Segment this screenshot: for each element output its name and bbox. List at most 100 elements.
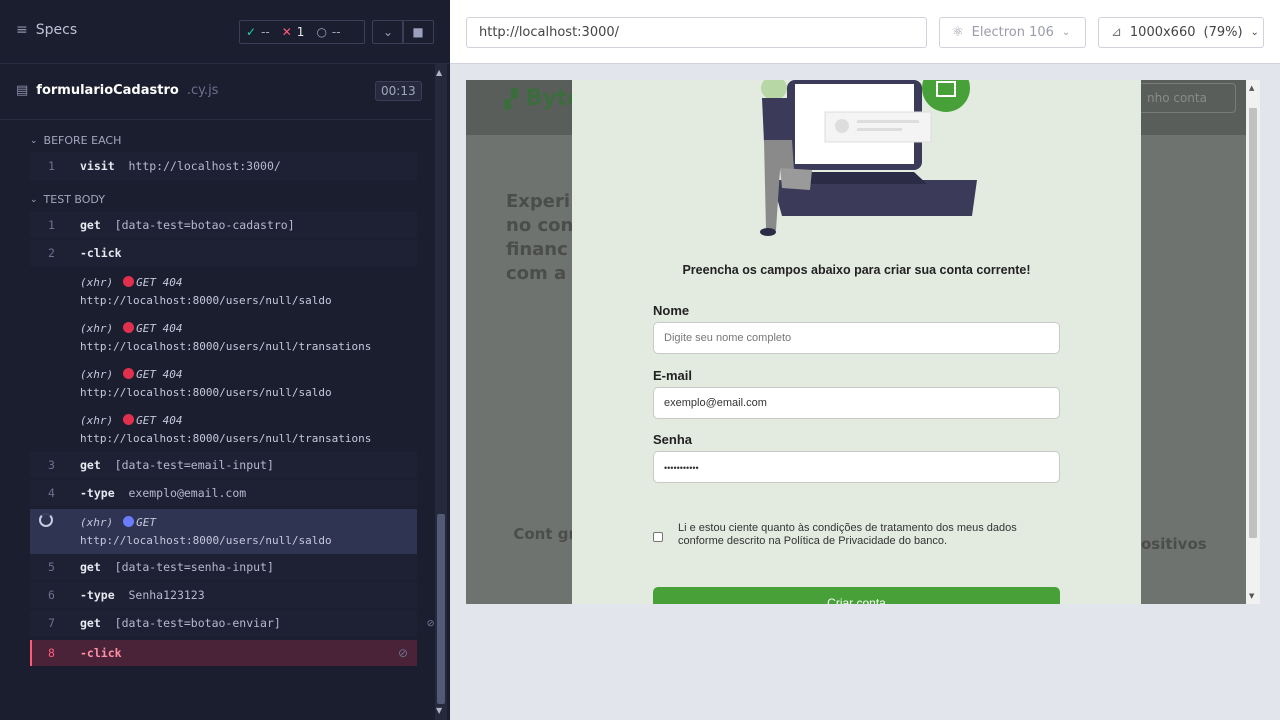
- header-account-button[interactable]: nho conta: [1136, 83, 1236, 113]
- status-dot-icon: [123, 368, 135, 379]
- command-name: -click: [80, 646, 122, 660]
- specs-label: Specs: [35, 22, 78, 38]
- before-each-section[interactable]: ⌄ BEFORE EACH: [30, 134, 121, 147]
- xhr-log[interactable]: (xhr) GET 404 http://localhost:8000/users…: [80, 320, 371, 356]
- command-arg: [data-test=email-input]: [114, 458, 274, 472]
- spec-file[interactable]: ▤ formularioCadastro .cy.js: [16, 83, 218, 98]
- specs-header: ≡ Specs ✓ -- ✕ 1 ○ -- ⌄ ■: [0, 0, 450, 64]
- stop-icon: ■: [412, 25, 424, 39]
- consent-text: Li e estou ciente quanto às condições de…: [678, 522, 1017, 547]
- command-number: 2: [48, 246, 55, 260]
- eye-slash-icon[interactable]: ⊘: [427, 616, 434, 630]
- command-row[interactable]: 4 -type exemplo@email.com: [30, 480, 417, 506]
- scroll-up-icon[interactable]: ▲: [436, 68, 442, 77]
- command-row[interactable]: 6 -type Senha123123: [30, 582, 417, 608]
- xhr-method: GET 404: [136, 414, 183, 427]
- eye-slash-icon[interactable]: ⊘: [398, 646, 408, 660]
- scroll-down-icon[interactable]: ▼: [436, 706, 442, 715]
- command-name: -type exemplo@email.com: [80, 486, 247, 500]
- xhr-url: http://localhost:8000/users/null/transat…: [80, 432, 372, 445]
- app-frame: ▞ Byte nho conta Experi no cont financ c…: [466, 80, 1260, 604]
- stop-button[interactable]: ■: [402, 20, 434, 44]
- reporter-panel: ≡ Specs ✓ -- ✕ 1 ○ -- ⌄ ■ ▤ formularioCadas…: [0, 0, 450, 720]
- criar-conta-button[interactable]: Criar conta: [653, 587, 1060, 604]
- command-name: get [data-test=email-input]: [80, 458, 274, 472]
- xhr-log[interactable]: (xhr) GET 404 http://localhost:8000/users…: [80, 412, 371, 448]
- duration-badge: 00:13: [375, 81, 422, 101]
- command-arg: Senha123123: [128, 588, 205, 602]
- nome-input[interactable]: Digite seu nome completo: [653, 322, 1060, 354]
- spec-file-ext: .cy.js: [186, 83, 219, 98]
- chevron-down-icon: ⌄: [30, 194, 38, 205]
- chevron-down-icon: ⌄: [1250, 27, 1259, 38]
- illustration: [760, 80, 977, 236]
- command-arg: [data-test=botao-enviar]: [114, 616, 281, 630]
- xhr-kind: (xhr): [80, 414, 114, 427]
- command-number: 4: [48, 486, 55, 500]
- command-number: 5: [48, 560, 55, 574]
- status-dot-icon: [123, 516, 135, 527]
- check-icon: ✓: [246, 25, 257, 39]
- failed-command-row[interactable]: 8 -click ⊘: [30, 640, 417, 666]
- xhr-url: http://localhost:8000/users/null/saldo: [80, 294, 332, 307]
- command-number: 8: [48, 646, 55, 660]
- spinner-icon: [39, 513, 53, 527]
- xhr-url: http://localhost:8000/users/null/saldo: [80, 534, 332, 547]
- reporter-scroll-thumb[interactable]: [437, 514, 445, 704]
- modal-title: Preencha os campos abaixo para criar sua…: [682, 263, 1031, 277]
- consent-checkbox[interactable]: [653, 532, 663, 542]
- command-row[interactable]: 1 get [data-test=botao-cadastro]: [30, 212, 417, 238]
- spec-file-header: ▤ formularioCadastro .cy.js 00:13: [0, 64, 432, 120]
- command-arg: exemplo@email.com: [128, 486, 247, 500]
- cross-icon: ✕: [281, 25, 292, 39]
- status-dot-icon: [123, 276, 135, 287]
- failed-count: 1: [296, 25, 305, 39]
- senha-input[interactable]: •••••••••••: [653, 451, 1060, 483]
- viewport-info[interactable]: ⊿ 1000x660 (79%) ⌄: [1098, 17, 1264, 48]
- email-input[interactable]: exemplo@email.com: [653, 387, 1060, 419]
- command-row[interactable]: 7 get [data-test=botao-enviar] ⊘: [30, 610, 434, 636]
- xhr-kind: (xhr): [80, 516, 114, 529]
- passed-count: --: [261, 25, 270, 39]
- before-each-label: BEFORE EACH: [43, 134, 122, 147]
- url-field[interactable]: http://localhost:3000/: [466, 17, 927, 48]
- command-row[interactable]: 1 visit http://localhost:3000/: [30, 152, 417, 180]
- command-row[interactable]: 5 get [data-test=senha-input]: [30, 554, 417, 580]
- scroll-down-icon[interactable]: ▼: [1249, 592, 1254, 600]
- command-number: 6: [48, 588, 55, 602]
- command-arg: [data-test=botao-cadastro]: [114, 218, 295, 232]
- nome-label: Nome: [653, 303, 690, 318]
- xhr-kind: (xhr): [80, 368, 114, 381]
- command-row[interactable]: 3 get [data-test=email-input]: [30, 452, 417, 478]
- viewport-size: 1000x660: [1129, 25, 1196, 40]
- xhr-method: GET: [136, 516, 156, 529]
- command-name: -click: [80, 246, 122, 260]
- email-label: E-mail: [653, 368, 693, 383]
- status-dot-icon: [123, 322, 135, 333]
- command-number: 7: [48, 616, 55, 630]
- menu-icon: ≡: [16, 22, 28, 38]
- app-scroll-thumb[interactable]: [1249, 108, 1257, 538]
- xhr-log[interactable]: (xhr) GET 404 http://localhost:8000/users…: [80, 274, 332, 310]
- xhr-method: GET 404: [136, 322, 183, 335]
- xhr-kind: (xhr): [80, 276, 114, 289]
- scroll-up-icon[interactable]: ▲: [1249, 84, 1254, 92]
- xhr-log[interactable]: (xhr) GET http://localhost:8000/users/nul…: [80, 514, 332, 550]
- status-dot-icon: [123, 414, 135, 425]
- command-row[interactable]: 2 -click: [30, 240, 417, 266]
- xhr-url: http://localhost:8000/users/null/saldo: [80, 386, 332, 399]
- xhr-method: GET 404: [136, 368, 183, 381]
- command-arg: [data-test=senha-input]: [114, 560, 274, 574]
- test-body-section[interactable]: ⌄ TEST BODY: [30, 193, 105, 206]
- command-name: get [data-test=botao-enviar]: [80, 616, 281, 630]
- expand-button[interactable]: ⌄: [372, 20, 404, 44]
- ruler-icon: ⊿: [1111, 25, 1122, 40]
- browser-selector[interactable]: ⚛ Electron 106 ⌄: [939, 17, 1086, 48]
- specs-toggle[interactable]: ≡ Specs: [16, 22, 77, 38]
- stats-counter: ✓ -- ✕ 1 ○ --: [239, 20, 365, 44]
- chevron-down-icon: ⌄: [30, 135, 38, 146]
- spec-file-name: formularioCadastro: [36, 83, 179, 98]
- pending-count: --: [331, 25, 341, 39]
- electron-icon: ⚛: [952, 25, 964, 40]
- xhr-log[interactable]: (xhr) GET 404 http://localhost:8000/users…: [80, 366, 332, 402]
